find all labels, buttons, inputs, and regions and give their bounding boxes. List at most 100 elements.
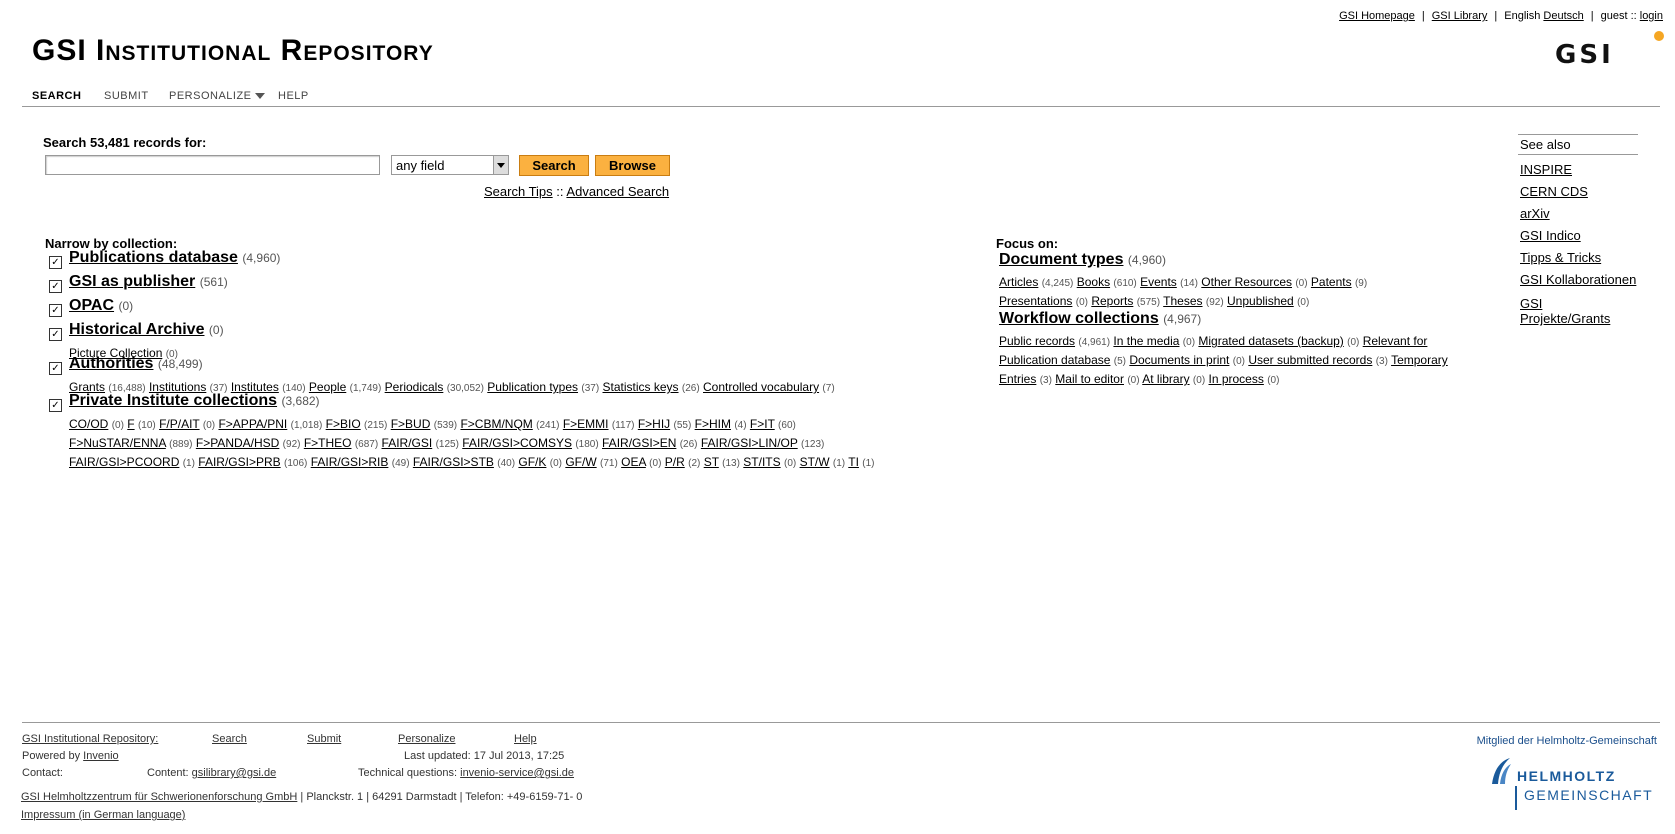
see-also-link-inspire[interactable]: INSPIRE — [1520, 162, 1572, 177]
subcollection-link[interactable]: F>THEO — [304, 436, 352, 450]
collection-checkbox[interactable]: ✓ — [49, 399, 62, 412]
invenio-link[interactable]: Invenio — [83, 750, 118, 762]
nav-submit[interactable]: SUBMIT — [104, 90, 149, 102]
collection-checkbox[interactable]: ✓ — [49, 304, 62, 317]
login-link[interactable]: login — [1640, 10, 1663, 22]
subcollection-link[interactable]: F>HIJ — [638, 417, 670, 431]
collection-link-historical-archive[interactable]: Historical Archive — [69, 321, 204, 338]
focus-sub-link[interactable]: Presentations — [999, 294, 1072, 308]
focus-sub-link[interactable]: User submitted records — [1248, 353, 1372, 367]
focus-sub-link[interactable]: In process — [1209, 372, 1264, 386]
subcollection-link[interactable]: Controlled vocabulary — [703, 380, 819, 394]
subcollection-link[interactable]: F>PANDA/HSD — [196, 436, 279, 450]
subcollection-link[interactable]: F>NuSTAR/ENNA — [69, 436, 166, 450]
collection-checkbox[interactable]: ✓ — [49, 362, 62, 375]
see-also-link-gsi-kollaborationen[interactable]: GSI Kollaborationen — [1520, 272, 1636, 287]
subcollection-link[interactable]: P/R — [665, 455, 685, 469]
subcollection-link[interactable]: FAIR/GSI>RIB — [311, 455, 389, 469]
collection-link-private-institute-collections[interactable]: Private Institute collections — [69, 392, 277, 409]
subcollection-link[interactable]: F>CBM/NQM — [460, 417, 532, 431]
search-input[interactable] — [45, 155, 380, 175]
gsi-logo[interactable]: GSI — [1555, 30, 1667, 66]
subcollection-link[interactable]: OEA — [621, 455, 646, 469]
nav-help[interactable]: HELP — [278, 90, 309, 102]
subcollection-link[interactable]: ST/ITS — [743, 455, 780, 469]
subcollection-link[interactable]: CO/OD — [69, 417, 108, 431]
subcollection-link[interactable]: F/P/AIT — [159, 417, 199, 431]
search-button[interactable]: Search — [519, 155, 589, 176]
footer-repo-label[interactable]: GSI Institutional Repository: — [22, 733, 158, 745]
collection-checkbox[interactable]: ✓ — [49, 280, 62, 293]
advanced-search-link[interactable]: Advanced Search — [566, 184, 669, 199]
focus-sub-link[interactable]: Theses — [1163, 294, 1202, 308]
focus-link-document-types[interactable]: Document types — [999, 251, 1123, 268]
subcollection-link[interactable]: GF/W — [565, 455, 596, 469]
subcollection-link[interactable]: Publication types — [487, 380, 578, 394]
dropdown-arrow-icon[interactable] — [493, 156, 508, 174]
search-field-select[interactable]: any field — [391, 155, 509, 175]
tech-email-link[interactable]: invenio-service@gsi.de — [460, 767, 574, 779]
subcollection-link[interactable]: FAIR/GSI>LIN/OP — [701, 436, 798, 450]
subcollection-link[interactable]: ST/W — [800, 455, 830, 469]
subcollection-link[interactable]: ST — [704, 455, 719, 469]
focus-sub-link[interactable]: At library — [1142, 372, 1189, 386]
subcollection-link[interactable]: F>APPA/PNI — [218, 417, 287, 431]
search-tips-link[interactable]: Search Tips — [484, 184, 553, 199]
gsi-org-link[interactable]: GSI Helmholtzzentrum für Schwerionenfors… — [21, 791, 297, 803]
see-also-link-cern-cds[interactable]: CERN CDS — [1520, 184, 1588, 199]
focus-sub-link[interactable]: Articles — [999, 275, 1038, 289]
collection-link-opac[interactable]: OPAC — [69, 297, 114, 314]
subcollection-link[interactable]: GF/K — [518, 455, 546, 469]
subcollection-link[interactable]: Statistics keys — [603, 380, 679, 394]
nav-personalize[interactable]: PERSONALIZE — [169, 90, 265, 102]
subcollection-link[interactable]: FAIR/GSI>COMSYS — [462, 436, 572, 450]
see-also-link-projekte-grants[interactable]: Projekte/Grants — [1520, 311, 1610, 326]
collection-link-gsi-as-publisher[interactable]: GSI as publisher — [69, 273, 195, 290]
focus-sub-link[interactable]: Migrated datasets (backup) — [1198, 334, 1343, 348]
subcollection-link[interactable]: FAIR/GSI>PRB — [198, 455, 280, 469]
footer-help-link[interactable]: Help — [514, 733, 537, 745]
collection-link-publications-database[interactable]: Publications database — [69, 249, 238, 266]
subcollection-link[interactable]: FAIR/GSI>STB — [413, 455, 494, 469]
subcollection-link[interactable]: FAIR/GSI>PCOORD — [69, 455, 179, 469]
collection-link-authorities[interactable]: Authorities — [69, 355, 153, 372]
focus-sub-link[interactable]: Publication database — [999, 353, 1110, 367]
subcollection-link[interactable]: F>BUD — [391, 417, 431, 431]
focus-sub-link[interactable]: Entries — [999, 372, 1036, 386]
focus-sub-link[interactable]: Reports — [1091, 294, 1133, 308]
focus-sub-link[interactable]: Public records — [999, 334, 1075, 348]
focus-sub-link[interactable]: In the media — [1113, 334, 1179, 348]
browse-button[interactable]: Browse — [595, 155, 670, 176]
language-deutsch-link[interactable]: Deutsch — [1543, 10, 1583, 22]
footer-repo-link[interactable]: GSI Institutional Repository: — [22, 733, 158, 745]
focus-sub-link[interactable]: Unpublished — [1227, 294, 1294, 308]
focus-sub-link[interactable]: Documents in print — [1129, 353, 1229, 367]
footer-submit-link[interactable]: Submit — [307, 733, 341, 745]
collection-checkbox[interactable]: ✓ — [49, 256, 62, 269]
subcollection-link[interactable]: F>IT — [750, 417, 775, 431]
see-also-link-gsi[interactable]: GSI — [1520, 296, 1542, 311]
content-email-link[interactable]: gsilibrary@gsi.de — [192, 767, 277, 779]
focus-sub-link[interactable]: Other Resources — [1201, 275, 1292, 289]
helmholtz-logo[interactable]: HELMHOLTZ GEMEINSCHAFT — [1490, 756, 1652, 812]
subcollection-link[interactable]: F — [127, 417, 134, 431]
focus-sub-link[interactable]: Events — [1140, 275, 1177, 289]
impressum-link[interactable]: Impressum (in German language) — [21, 809, 185, 821]
focus-sub-link[interactable]: Relevant for — [1363, 334, 1428, 348]
focus-sub-link[interactable]: Books — [1077, 275, 1110, 289]
gsi-homepage-link[interactable]: GSI Homepage — [1339, 10, 1415, 22]
footer-search-link[interactable]: Search — [212, 733, 247, 745]
gsi-library-link[interactable]: GSI Library — [1432, 10, 1488, 22]
see-also-link-tipps-tricks[interactable]: Tipps & Tricks — [1520, 250, 1601, 265]
subcollection-link[interactable]: TI — [848, 455, 859, 469]
see-also-link-gsi-indico[interactable]: GSI Indico — [1520, 228, 1581, 243]
subcollection-link[interactable]: F>HIM — [695, 417, 731, 431]
focus-sub-link[interactable]: Mail to editor — [1055, 372, 1124, 386]
focus-sub-link[interactable]: Patents — [1311, 275, 1352, 289]
subcollection-link[interactable]: FAIR/GSI>EN — [602, 436, 676, 450]
collection-checkbox[interactable]: ✓ — [49, 328, 62, 341]
subcollection-link[interactable]: Periodicals — [385, 380, 444, 394]
subcollection-link[interactable]: F>BIO — [326, 417, 361, 431]
focus-link-workflow-collections[interactable]: Workflow collections — [999, 310, 1159, 327]
footer-personalize-link[interactable]: Personalize — [398, 733, 455, 745]
